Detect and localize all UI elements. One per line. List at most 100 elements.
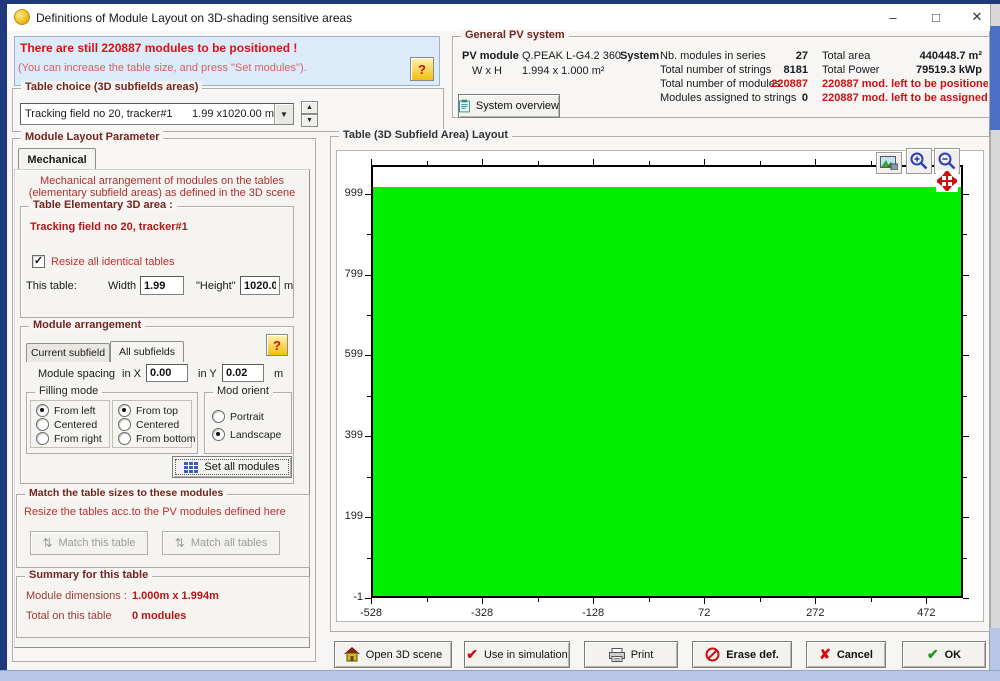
system-label: System [620, 50, 659, 62]
tick-label: 999 [329, 187, 363, 199]
system-row-value: 27 [756, 50, 808, 62]
module-spacing-label: Module spacing [38, 368, 115, 380]
radio-label: Portrait [230, 411, 264, 423]
tick-mark [371, 159, 372, 165]
radio-centered-y[interactable]: Centered [118, 418, 179, 431]
width-label: Width [108, 280, 136, 292]
width-field[interactable] [140, 276, 184, 295]
maximize-button[interactable]: □ [914, 4, 958, 30]
help-button[interactable]: ? [410, 57, 434, 81]
resize-tables-checkbox[interactable]: ✓ [32, 255, 45, 268]
spacing-y-field[interactable] [222, 364, 264, 382]
match-arrows-icon: ⇅ [42, 536, 52, 550]
tick-mark [367, 315, 371, 316]
radio-portrait[interactable]: Portrait [212, 410, 264, 423]
system-overview-button[interactable]: System overview [458, 94, 560, 118]
radio-dot [36, 432, 49, 445]
radio-from-top[interactable]: From top [118, 404, 178, 417]
radio-label: From right [54, 433, 102, 445]
pan-button[interactable] [936, 170, 958, 192]
set-all-modules-button[interactable]: Set all modules [172, 456, 292, 478]
use-in-simulation-label: Use in simulation [484, 649, 568, 661]
tick-mark [815, 159, 816, 165]
tick-mark [371, 598, 372, 604]
layout-param-title: Module Layout Parameter [21, 131, 163, 143]
tick-mark [760, 161, 761, 165]
tick-mark [482, 598, 483, 604]
pvsyst-module-layout-dialog: Definitions of Module Layout on 3D-shadi… [0, 0, 1000, 681]
parent-window-edge [990, 26, 1000, 130]
tick-mark [365, 355, 371, 356]
radio-centered-x[interactable]: Centered [36, 418, 97, 431]
total-area-value: 440448.7 m² [876, 50, 982, 62]
export-image-button[interactable] [876, 152, 902, 174]
radio-dot [212, 428, 225, 441]
height-field[interactable] [240, 276, 280, 295]
erase-def-button[interactable]: Erase def. [692, 641, 792, 668]
tick-label: 599 [329, 348, 363, 360]
parent-window-edge [0, 670, 1000, 681]
iny-label: in Y [198, 368, 217, 380]
radio-from-left[interactable]: From left [36, 404, 95, 417]
tab-all-subfields[interactable]: All subfields [110, 341, 184, 362]
radio-label: From bottom [136, 433, 196, 445]
open-3d-scene-button[interactable]: Open 3D scene [334, 641, 452, 668]
tick-mark [963, 275, 969, 276]
tick-mark [427, 161, 428, 165]
system-overview-label: System overview [476, 100, 559, 112]
table-choice-title: Table choice (3D subfields areas) [21, 81, 202, 93]
cancel-label: Cancel [837, 649, 873, 661]
tick-label: -128 [571, 607, 615, 619]
radio-from-bottom[interactable]: From bottom [118, 432, 196, 445]
match-this-table-label: Match this table [59, 537, 136, 549]
use-in-simulation-button[interactable]: ✔ Use in simulation [464, 641, 570, 668]
cancel-button[interactable]: ✘ Cancel [806, 641, 886, 668]
print-button[interactable]: Print [584, 641, 678, 668]
chevron-down-icon[interactable]: ▼ [274, 104, 293, 124]
resize-tables-label: Resize all identical tables [51, 256, 175, 268]
tick-mark [963, 517, 969, 518]
spinner-up-button[interactable]: ▲ [301, 101, 318, 114]
warning-line2: (You can increase the table size, and pr… [18, 62, 307, 74]
tick-label: 199 [329, 510, 363, 522]
tick-mark [963, 436, 969, 437]
table-choice-dropdown[interactable]: Tracking field no 20, tracker#1 1.99 x10… [20, 103, 294, 125]
match-all-tables-label: Match all tables [191, 537, 267, 549]
match-this-table-button[interactable]: ⇅ Match this table [30, 531, 148, 555]
elementary-area-title: Table Elementary 3D area : [29, 199, 177, 211]
close-button[interactable]: ✕ [955, 4, 999, 30]
dropdown-selected-name: Tracking field no 20, tracker#1 [21, 108, 192, 120]
filling-mode-title: Filling mode [35, 385, 102, 397]
dropdown-selected-size: 1.99 x1020.00 m [192, 108, 274, 120]
spinner-down-button[interactable]: ▼ [301, 114, 318, 127]
radio-label: From left [54, 405, 95, 417]
zoom-in-icon [909, 151, 929, 171]
tick-mark [963, 234, 967, 235]
arrangement-help-button[interactable]: ? [266, 334, 288, 356]
radio-from-right[interactable]: From right [36, 432, 102, 445]
tick-mark [365, 436, 371, 437]
table-grid-icon [184, 462, 198, 473]
summary-title: Summary for this table [25, 569, 152, 581]
house-icon [344, 647, 360, 662]
total-power-label: Total Power [822, 64, 879, 76]
match-all-tables-button[interactable]: ⇅ Match all tables [162, 531, 280, 555]
window-title: Definitions of Module Layout on 3D-shadi… [36, 11, 352, 25]
tab-current-subfield[interactable]: Current subfield [26, 343, 110, 362]
tab-mechanical[interactable]: Mechanical [18, 148, 96, 170]
match-description: Resize the tables acc.to the PV modules … [24, 506, 286, 518]
pvsyst-logo-icon [14, 9, 30, 25]
tick-mark [367, 396, 371, 397]
minimize-button[interactable]: – [871, 4, 915, 30]
tick-label: 799 [329, 268, 363, 280]
radio-landscape[interactable]: Landscape [212, 428, 281, 441]
zoom-in-button[interactable] [906, 148, 932, 174]
tick-mark [963, 558, 967, 559]
total-area-label: Total area [822, 50, 870, 62]
red-check-icon: ✔ [466, 646, 478, 663]
spacing-x-field[interactable] [146, 364, 188, 382]
ok-button[interactable]: ✔ OK [902, 641, 986, 668]
tick-label: -528 [349, 607, 393, 619]
tick-mark [963, 355, 969, 356]
total-power-value: 79519.3 kWp [876, 64, 982, 76]
